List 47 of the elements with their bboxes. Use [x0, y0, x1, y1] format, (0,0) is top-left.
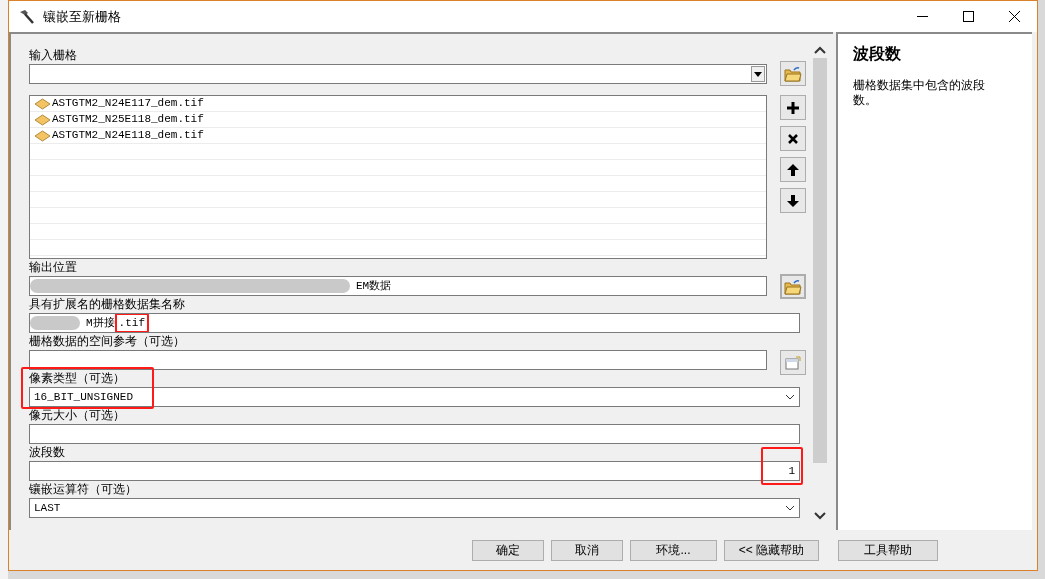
list-item[interactable]: ASTGTM2_N24E118_dem.tif: [30, 128, 766, 144]
scroll-down-icon[interactable]: [814, 511, 826, 521]
minimize-icon[interactable]: [916, 15, 928, 18]
remove-button[interactable]: [780, 126, 806, 151]
field-label: 波段数: [29, 445, 66, 459]
field-label: 输出位置: [29, 260, 78, 274]
dropdown-field[interactable]: 16_BIT_UNSIGNED: [29, 387, 800, 407]
dropdown-field[interactable]: LAST: [29, 498, 800, 518]
input-field[interactable]: [29, 350, 767, 370]
input-field[interactable]: 1: [29, 461, 800, 481]
field-label: 具有扩展名的栅格数据集名称: [29, 297, 186, 311]
maximize-icon[interactable]: [962, 11, 974, 22]
window-title: 镶嵌至新栅格: [43, 7, 121, 26]
field-label: 像元大小（可选）: [29, 408, 126, 422]
field-label: 栅格数据的空间参考（可选）: [29, 334, 186, 348]
field-label: 像素类型（可选）: [29, 371, 126, 385]
arrow-down-icon[interactable]: [786, 193, 800, 208]
dialog-button[interactable]: 确定: [472, 539, 544, 561]
scroll-thumb[interactable]: [813, 58, 827, 463]
input-field[interactable]: M拼接 .tif: [29, 313, 800, 333]
plus-icon[interactable]: [786, 100, 800, 115]
arrow-up-icon[interactable]: [786, 162, 800, 177]
input-field[interactable]: [29, 424, 800, 444]
dialog-button[interactable]: 工具帮助: [838, 539, 938, 561]
move-down-button[interactable]: [780, 188, 806, 213]
field-label: 输入栅格: [29, 48, 78, 62]
input-combo[interactable]: [29, 64, 767, 84]
help-text: 栅格数据集中包含的波段数。: [853, 78, 986, 108]
list-item[interactable]: ASTGTM2_N25E118_dem.tif: [30, 112, 766, 128]
dialog-button[interactable]: 取消: [551, 539, 623, 561]
add-button[interactable]: [780, 95, 806, 120]
dialog-button[interactable]: 环境...: [630, 539, 717, 561]
list-item[interactable]: ASTGTM2_N24E117_dem.tif: [30, 96, 766, 112]
chevron-down-icon[interactable]: [785, 504, 795, 512]
field-label: 镶嵌运算符（可选）: [29, 482, 138, 496]
scroll-up-icon[interactable]: [814, 45, 826, 55]
raster-icon: [34, 129, 51, 142]
help-title: 波段数: [853, 44, 902, 64]
close-icon[interactable]: [1008, 11, 1020, 22]
raster-icon: [34, 113, 51, 126]
move-up-button[interactable]: [780, 157, 806, 182]
close-icon[interactable]: [787, 132, 799, 145]
chevron-down-icon[interactable]: [785, 393, 795, 401]
input-field[interactable]: EM数据: [29, 276, 767, 296]
file-extension: .tif: [114, 314, 149, 332]
raster-icon: [34, 97, 51, 110]
dialog-button[interactable]: << 隐藏帮助: [724, 539, 819, 561]
